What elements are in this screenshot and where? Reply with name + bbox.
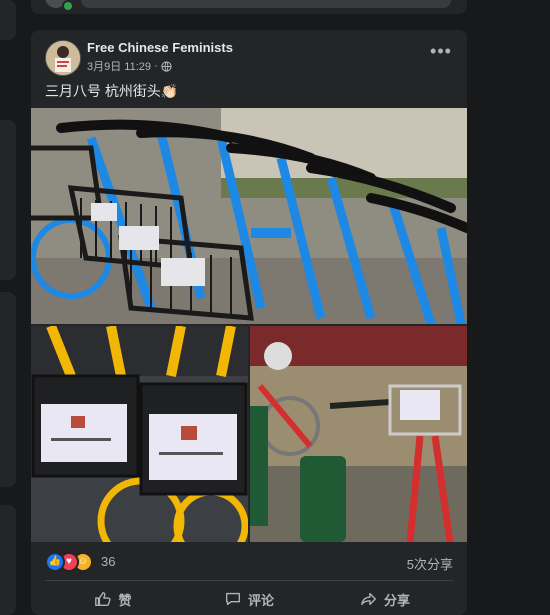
share-label: 分享 — [383, 592, 410, 608]
comment-label: 评论 — [247, 592, 274, 608]
reaction-count[interactable]: 36 — [101, 554, 115, 569]
like-label: 赞 — [118, 592, 132, 608]
share-button[interactable]: 分享 — [317, 584, 453, 614]
thumbs-up-icon — [95, 592, 112, 606]
reactions-row: 👍 ♥ ☺ 36 5次分享 — [45, 550, 453, 572]
rail-card — [0, 120, 16, 280]
share-icon — [361, 592, 376, 606]
like-icon: 👍 — [45, 552, 65, 572]
meta-separator: · — [154, 60, 158, 72]
like-button[interactable]: 赞 — [45, 584, 181, 614]
composer-card — [31, 0, 467, 14]
post-card: Free Chinese Feminists 3月9日 11:29 · ••• … — [31, 30, 467, 615]
action-bar: 赞 评论 分享 — [45, 584, 453, 614]
rail-card — [0, 505, 16, 615]
comment-button[interactable]: 评论 — [181, 584, 317, 614]
left-rail — [0, 0, 18, 615]
post-header: Free Chinese Feminists 3月9日 11:29 · ••• … — [31, 30, 467, 102]
globe-icon — [161, 60, 172, 72]
post-meta: 3月9日 11:29 · — [87, 58, 172, 74]
rail-card — [0, 292, 16, 487]
composer-input[interactable] — [81, 0, 451, 8]
photo-grid — [31, 108, 467, 542]
photo-blue-bikes[interactable] — [31, 108, 467, 324]
post-text: 三月八号 杭州街头👏🏻 — [45, 83, 179, 99]
rail-card — [0, 0, 16, 40]
author-name[interactable]: Free Chinese Feminists — [87, 40, 233, 55]
photo-yellow-bikes[interactable] — [31, 326, 248, 542]
more-icon[interactable]: ••• — [429, 42, 453, 66]
post-date[interactable]: 3月9日 11:29 — [87, 58, 151, 74]
divider — [45, 580, 453, 581]
photo-red-bikes[interactable] — [250, 326, 467, 542]
share-count[interactable]: 5次分享 — [407, 554, 453, 573]
online-status-dot — [62, 0, 74, 12]
comment-icon — [226, 592, 240, 606]
author-avatar[interactable] — [45, 40, 81, 76]
